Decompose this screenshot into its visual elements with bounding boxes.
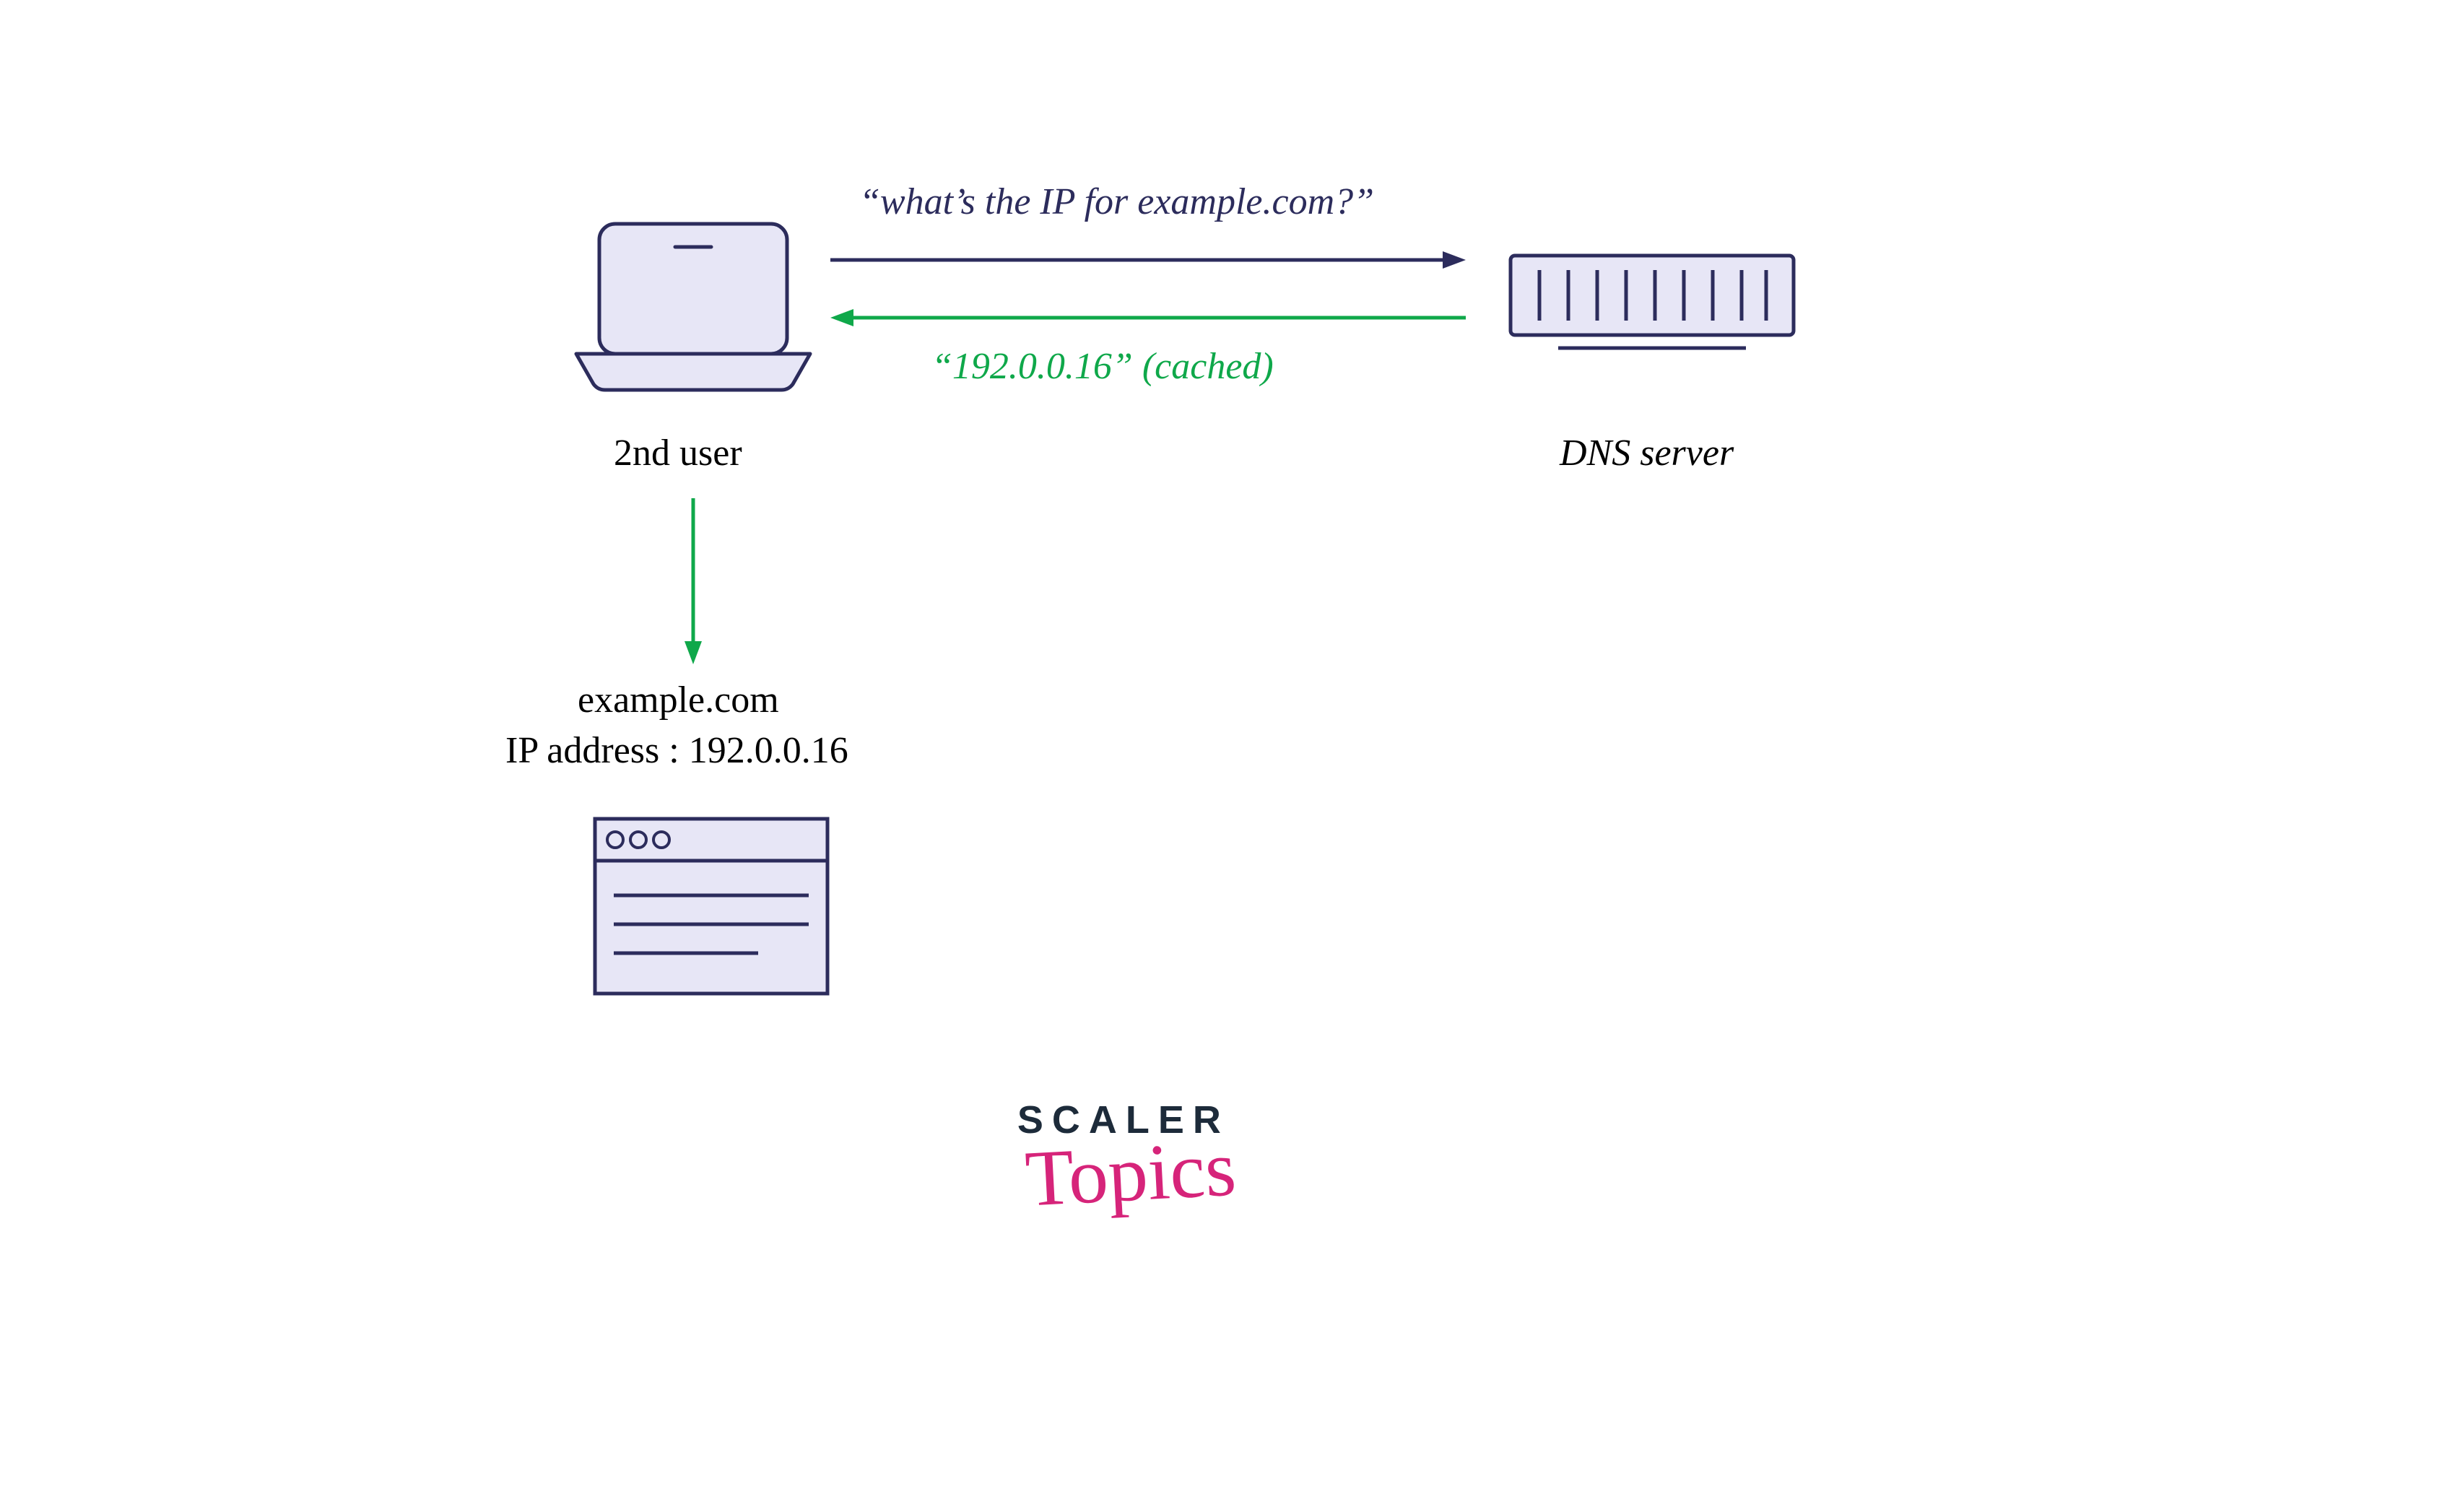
response-label: “192.0.0.16” (cached) [931, 345, 1274, 388]
down-arrow [679, 498, 708, 664]
laptop-icon [570, 217, 816, 397]
server-label: DNS server [1560, 432, 1734, 474]
server-icon [1508, 253, 1796, 354]
domain-label: example.com [578, 679, 779, 721]
ip-address-label: IP address : 192.0.0.16 [505, 729, 848, 772]
user-label: 2nd user [614, 432, 742, 474]
response-arrow [830, 303, 1466, 332]
logo-line-2: Topics [1023, 1122, 1238, 1225]
query-label: “what’s the IP for example.com?” [859, 181, 1374, 223]
browser-window-icon [592, 816, 830, 996]
dns-cache-diagram: “what’s the IP for example.com?” “192.0.… [0, 0, 2455, 1512]
query-arrow [830, 246, 1466, 274]
scaler-topics-logo: SCALER Topics [1011, 1098, 1236, 1220]
